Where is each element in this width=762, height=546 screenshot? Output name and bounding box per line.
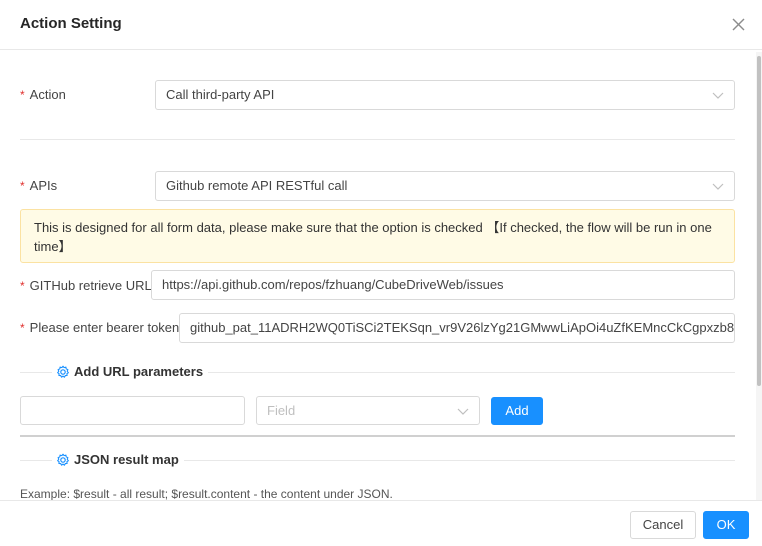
- action-setting-dialog: Action Setting * Action Call third-party …: [0, 0, 762, 546]
- chevron-down-icon: [712, 183, 724, 190]
- json-map-example-text: Example: $result - all result; $result.c…: [20, 487, 393, 501]
- close-icon[interactable]: [728, 14, 750, 36]
- dialog-footer: Cancel OK: [0, 500, 762, 546]
- gear-icon: [57, 365, 69, 378]
- dialog-header: Action Setting: [0, 0, 762, 50]
- url-param-name-input[interactable]: [20, 396, 245, 425]
- bearer-token-label: * Please enter bearer token: [20, 320, 180, 335]
- ok-button[interactable]: OK: [703, 511, 749, 539]
- required-marker: *: [20, 88, 25, 102]
- cancel-button[interactable]: Cancel: [630, 511, 696, 539]
- divider: [20, 435, 735, 437]
- divider: [20, 139, 735, 140]
- apis-select[interactable]: Github remote API RESTful call: [155, 171, 735, 201]
- action-select[interactable]: Call third-party API: [155, 80, 735, 110]
- url-param-field-select[interactable]: Field: [256, 396, 480, 425]
- action-label: * Action: [20, 87, 66, 102]
- required-marker: *: [20, 179, 25, 193]
- json-map-section-title: JSON result map: [52, 452, 184, 467]
- dialog-title: Action Setting: [20, 15, 122, 32]
- github-url-input[interactable]: https://api.github.com/repos/fzhuang/Cub…: [151, 270, 735, 300]
- info-alert: This is designed for all form data, plea…: [20, 209, 735, 263]
- chevron-down-icon: [712, 92, 724, 99]
- required-marker: *: [20, 321, 25, 335]
- required-marker: *: [20, 279, 25, 293]
- add-button[interactable]: Add: [491, 397, 543, 425]
- url-params-section-title: Add URL parameters: [52, 364, 209, 379]
- chevron-down-icon: [457, 408, 469, 415]
- gear-icon: [57, 453, 69, 466]
- bearer-token-input[interactable]: github_pat_11ADRH2WQ0TiSCi2TEKSqn_vr9V26…: [179, 313, 735, 343]
- github-url-label: * GITHub retrieve URL: [20, 278, 152, 293]
- scrollbar-thumb[interactable]: [757, 56, 761, 386]
- apis-label: * APIs: [20, 178, 58, 193]
